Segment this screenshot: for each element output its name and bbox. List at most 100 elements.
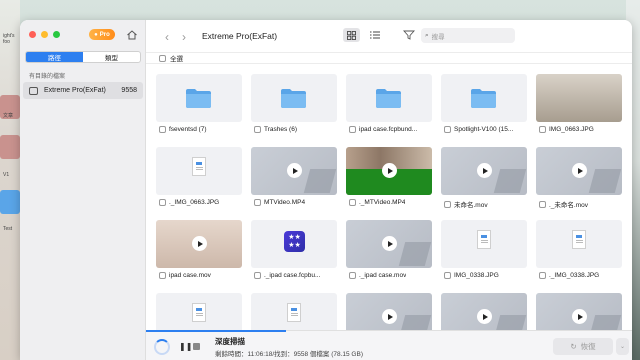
file-tile[interactable]: ★★ ★★ ._ipad case.fcpbu... bbox=[251, 220, 337, 286]
file-caption: ._IMG_0663.JPG bbox=[159, 199, 241, 206]
file-thumbnail[interactable] bbox=[441, 74, 527, 122]
file-checkbox[interactable] bbox=[349, 272, 356, 279]
file-checkbox[interactable] bbox=[159, 199, 166, 206]
file-checkbox[interactable] bbox=[539, 200, 546, 208]
scanning-spinner-icon bbox=[154, 339, 170, 355]
file-tile[interactable]: Trashes (6) bbox=[251, 74, 337, 140]
home-icon[interactable] bbox=[126, 29, 138, 41]
file-checkbox[interactable] bbox=[444, 126, 451, 133]
file-thumbnail[interactable] bbox=[156, 147, 242, 195]
file-thumbnail[interactable] bbox=[346, 220, 432, 268]
file-thumbnail[interactable] bbox=[441, 147, 527, 195]
file-caption: IMG_0338.JPG bbox=[444, 272, 526, 279]
desktop-label: V1 bbox=[3, 172, 10, 178]
close-button[interactable] bbox=[29, 31, 36, 38]
play-icon[interactable] bbox=[382, 309, 397, 324]
play-icon[interactable] bbox=[192, 236, 207, 251]
view-mode-tabs: 路徑 類型 bbox=[25, 51, 141, 63]
file-tile[interactable]: 未命名.mov bbox=[441, 147, 527, 213]
search-placeholder: 搜尋 bbox=[431, 33, 445, 41]
play-icon[interactable] bbox=[477, 309, 492, 324]
file-tile[interactable]: IMG_0663.JPG bbox=[536, 74, 622, 140]
grid-view-button[interactable] bbox=[343, 28, 360, 42]
file-caption: IMG_0663.JPG bbox=[539, 126, 621, 133]
filter-icon[interactable] bbox=[403, 29, 415, 41]
file-thumbnail[interactable] bbox=[251, 147, 337, 195]
file-caption: MTVideo.MP4 bbox=[254, 199, 336, 206]
file-tile[interactable]: IMG_0338.JPG bbox=[441, 220, 527, 286]
file-tile[interactable]: ipad case.mov bbox=[156, 220, 242, 286]
grid-icon bbox=[347, 30, 356, 40]
sidebar-item-drive[interactable]: Extreme Pro(ExFat) 9558 bbox=[23, 82, 143, 99]
file-tile[interactable]: ipad case.fcpbund... bbox=[346, 74, 432, 140]
file-thumbnail[interactable] bbox=[251, 74, 337, 122]
file-name: ipad case.fcpbund... bbox=[359, 126, 418, 133]
file-tile[interactable]: MTVideo.MP4 bbox=[251, 147, 337, 213]
imovie-project-icon: ★★ ★★ bbox=[284, 231, 305, 252]
file-thumbnail[interactable]: ★★ ★★ bbox=[251, 220, 337, 268]
file-caption: Spotlight-V100 (15... bbox=[444, 126, 526, 133]
file-name: ._MTVideo.MP4 bbox=[359, 199, 406, 206]
play-icon[interactable] bbox=[477, 163, 492, 178]
play-icon[interactable] bbox=[382, 163, 397, 178]
play-icon[interactable] bbox=[287, 163, 302, 178]
play-icon[interactable] bbox=[382, 236, 397, 251]
play-icon[interactable] bbox=[572, 163, 587, 178]
select-all-label: 全選 bbox=[170, 56, 183, 63]
search-input[interactable]: ⌕ 搜尋 bbox=[421, 28, 515, 43]
file-tile[interactable]: ._MTVideo.MP4 bbox=[346, 147, 432, 213]
scan-detail: 剩餘時間：11:06:18/找到：9558 個檔案 (78.15 GB) bbox=[215, 351, 363, 358]
back-button[interactable]: ‹ bbox=[165, 30, 169, 44]
file-checkbox[interactable] bbox=[159, 126, 166, 133]
desktop-folder[interactable] bbox=[0, 135, 20, 159]
file-caption: ._ipad case.mov bbox=[349, 272, 431, 279]
desktop-folder[interactable] bbox=[0, 190, 20, 214]
file-checkbox[interactable] bbox=[349, 126, 356, 133]
desktop-label: Test bbox=[3, 226, 13, 232]
file-tile[interactable]: fseventsd (7) bbox=[156, 74, 242, 140]
stop-button[interactable] bbox=[193, 343, 200, 350]
file-caption: Trashes (6) bbox=[254, 126, 336, 133]
minimize-button[interactable] bbox=[41, 31, 48, 38]
image-file-icon bbox=[477, 230, 491, 249]
pause-button[interactable]: ❚❚ bbox=[179, 342, 192, 351]
file-name: IMG_0663.JPG bbox=[549, 126, 594, 133]
file-checkbox[interactable] bbox=[159, 272, 166, 279]
recover-options-button[interactable]: ⌄ bbox=[616, 338, 629, 355]
file-tile[interactable]: ._ipad case.mov bbox=[346, 220, 432, 286]
file-caption: ._MTVideo.MP4 bbox=[349, 199, 431, 206]
select-all-checkbox[interactable] bbox=[159, 54, 166, 62]
file-checkbox[interactable] bbox=[254, 272, 261, 279]
file-thumbnail[interactable] bbox=[441, 220, 527, 268]
file-name: ._IMG_0338.JPG bbox=[549, 272, 600, 279]
list-view-button[interactable] bbox=[368, 28, 382, 42]
folder-icon bbox=[376, 89, 401, 108]
file-thumbnail[interactable] bbox=[536, 147, 622, 195]
desktop-left-edge: ight's foo 文章 V1 Test bbox=[0, 0, 20, 360]
file-thumbnail[interactable] bbox=[536, 220, 622, 268]
file-checkbox[interactable] bbox=[254, 199, 261, 206]
file-checkbox[interactable] bbox=[254, 126, 261, 133]
file-thumbnail[interactable] bbox=[346, 147, 432, 195]
file-thumbnail[interactable] bbox=[346, 74, 432, 122]
pro-badge[interactable]: ● Pro bbox=[89, 29, 115, 40]
file-thumbnail[interactable] bbox=[156, 220, 242, 268]
file-checkbox[interactable] bbox=[444, 200, 451, 208]
forward-button[interactable]: › bbox=[182, 30, 186, 44]
file-thumbnail[interactable] bbox=[156, 74, 242, 122]
file-tile[interactable]: ._IMG_0338.JPG bbox=[536, 220, 622, 286]
file-checkbox[interactable] bbox=[349, 199, 356, 206]
file-checkbox[interactable] bbox=[539, 272, 546, 279]
recover-button[interactable]: ↻ 恢復 bbox=[553, 338, 613, 355]
play-icon[interactable] bbox=[572, 309, 587, 324]
maximize-button[interactable] bbox=[53, 31, 60, 38]
file-checkbox[interactable] bbox=[444, 272, 451, 279]
file-tile[interactable]: ._IMG_0663.JPG bbox=[156, 147, 242, 213]
scan-progress-bar bbox=[146, 330, 286, 332]
file-tile[interactable]: ._未命名.mov bbox=[536, 147, 622, 213]
file-checkbox[interactable] bbox=[539, 126, 546, 133]
file-thumbnail[interactable] bbox=[536, 74, 622, 122]
tab-type[interactable]: 類型 bbox=[83, 52, 140, 62]
file-tile[interactable]: Spotlight-V100 (15... bbox=[441, 74, 527, 140]
tab-path[interactable]: 路徑 bbox=[26, 52, 83, 62]
